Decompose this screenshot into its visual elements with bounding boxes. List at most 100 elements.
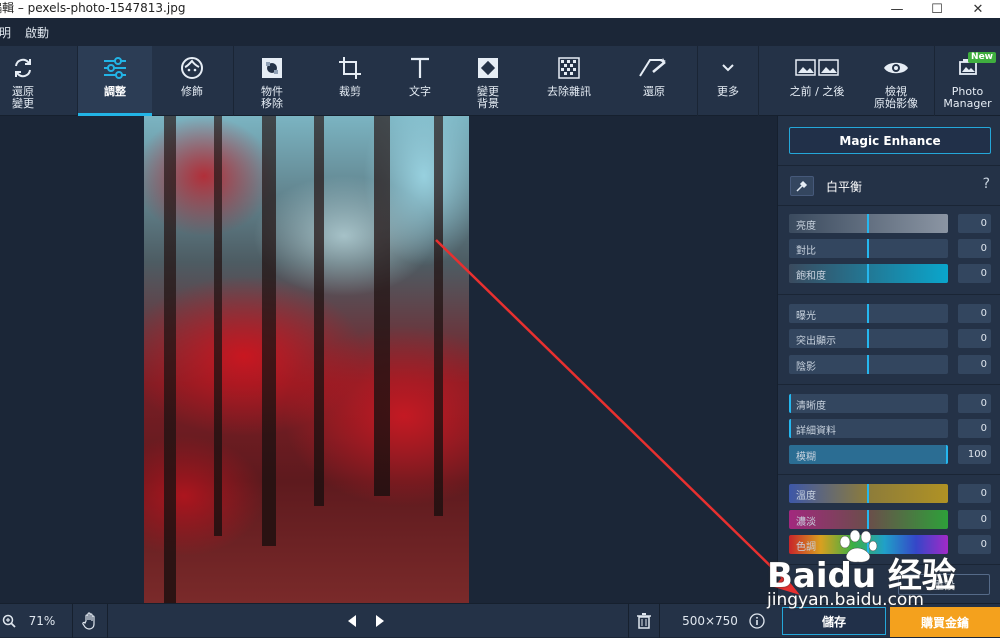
slider-tint[interactable]: 濃淡 bbox=[789, 510, 948, 529]
crop-icon bbox=[338, 50, 362, 86]
help-icon[interactable]: ? bbox=[983, 176, 990, 192]
tree-trunk bbox=[434, 116, 443, 516]
slider-handle[interactable] bbox=[867, 329, 869, 348]
trash-icon[interactable] bbox=[629, 604, 659, 638]
tree-trunk bbox=[314, 116, 324, 506]
before-after-icon bbox=[795, 50, 839, 86]
tool-label: 裁剪 bbox=[339, 85, 361, 98]
slider-details[interactable]: 詳細資料 bbox=[789, 419, 948, 438]
slider-handle[interactable] bbox=[789, 394, 791, 413]
white-balance-row: 白平衡 ? bbox=[788, 174, 1000, 198]
tool-object-removal[interactable]: 物件 移除 bbox=[234, 46, 310, 116]
tool-denoise[interactable]: 去除雜訊 bbox=[526, 46, 612, 116]
slider-handle[interactable] bbox=[867, 304, 869, 323]
tool-revert-changes[interactable]: 還原 變更 bbox=[0, 46, 46, 116]
minimize-button[interactable]: — bbox=[877, 0, 917, 18]
tree-trunk bbox=[164, 116, 176, 603]
baidu-watermark: Baidu 经验 jingyan.baidu.com bbox=[765, 530, 1000, 620]
maximize-button[interactable]: ☐ bbox=[917, 0, 957, 18]
tool-adjust[interactable]: 調整 bbox=[78, 46, 152, 116]
menu-activate[interactable]: 啟動 bbox=[25, 24, 49, 41]
tool-label: 文字 bbox=[409, 85, 431, 98]
close-button[interactable]: ✕ bbox=[958, 0, 998, 18]
slider-contrast[interactable]: 對比 bbox=[789, 239, 948, 258]
slider-exposure[interactable]: 曝光 bbox=[789, 304, 948, 323]
tree-trunk bbox=[214, 116, 222, 536]
menu-help[interactable]: 說明 bbox=[0, 24, 11, 41]
photo-canvas[interactable] bbox=[144, 116, 469, 603]
face-icon bbox=[179, 50, 205, 86]
zoom-level[interactable]: 71% bbox=[22, 604, 62, 638]
previous-arrow-icon[interactable] bbox=[340, 604, 364, 638]
slider-clarity[interactable]: 清晰度 bbox=[789, 394, 948, 413]
slider-value[interactable]: 100 bbox=[958, 445, 991, 464]
tool-more[interactable]: 更多 bbox=[698, 46, 758, 116]
slider-saturation[interactable]: 飽和度 bbox=[789, 264, 948, 283]
slider-handle[interactable] bbox=[867, 264, 869, 283]
chevron-down-icon bbox=[721, 50, 735, 86]
tool-label: 還原 變更 bbox=[12, 85, 34, 110]
slider-handle[interactable] bbox=[867, 355, 869, 374]
slider-handle[interactable] bbox=[867, 214, 869, 233]
tool-label: 修飾 bbox=[181, 85, 203, 98]
slider-shadows[interactable]: 陰影 bbox=[789, 355, 948, 374]
slider-value[interactable]: 0 bbox=[958, 264, 991, 283]
slider-label: 陰影 bbox=[796, 362, 816, 373]
slider-handle[interactable] bbox=[867, 239, 869, 258]
refresh-icon bbox=[11, 50, 35, 86]
slider-value[interactable]: 0 bbox=[958, 214, 991, 233]
slider-brightness[interactable]: 亮度 bbox=[789, 214, 948, 233]
slider-value[interactable]: 0 bbox=[958, 419, 991, 438]
tool-label: 調整 bbox=[104, 85, 126, 98]
tool-label: 變更 背景 bbox=[477, 85, 499, 110]
slider-highlights[interactable]: 突出顯示 bbox=[789, 329, 948, 348]
slider-value[interactable]: 0 bbox=[958, 304, 991, 323]
next-arrow-icon[interactable] bbox=[368, 604, 392, 638]
slider-handle[interactable] bbox=[789, 419, 791, 438]
restore-wand-icon bbox=[637, 50, 671, 86]
magic-enhance-button[interactable]: Magic Enhance bbox=[789, 127, 991, 154]
slider-handle[interactable] bbox=[867, 484, 869, 503]
watermark-url: jingyan.baidu.com bbox=[767, 590, 924, 610]
slider-handle[interactable] bbox=[867, 510, 869, 529]
tool-label: 更多 bbox=[717, 85, 739, 98]
slider-value[interactable]: 0 bbox=[958, 484, 991, 503]
slider-blur[interactable]: 模糊 bbox=[789, 445, 948, 464]
tool-restore[interactable]: 還原 bbox=[612, 46, 696, 116]
text-icon bbox=[408, 50, 432, 86]
eyedropper-icon[interactable] bbox=[790, 176, 814, 196]
tool-change-background[interactable]: 變更 背景 bbox=[450, 46, 526, 116]
slider-value[interactable]: 0 bbox=[958, 355, 991, 374]
slider-label: 清晰度 bbox=[796, 401, 826, 412]
hand-tool-icon[interactable] bbox=[73, 604, 107, 638]
eye-icon bbox=[883, 50, 909, 86]
tool-label: 還原 bbox=[643, 85, 665, 98]
tool-crop[interactable]: 裁剪 bbox=[310, 46, 390, 116]
tool-retouch[interactable]: 修飾 bbox=[152, 46, 232, 116]
tool-label: Photo Manager bbox=[943, 85, 992, 110]
tool-photo-manager[interactable]: Photo Manager New bbox=[935, 46, 1000, 116]
slider-label: 曝光 bbox=[796, 311, 816, 322]
slider-label: 突出顯示 bbox=[796, 336, 836, 347]
menu-bar: 說明 啟動 bbox=[0, 18, 1000, 46]
toolbar: 還原 變更 調整 修飾 物件 移除 裁剪 文字 變更 背景 去除雜訊 還原 更多… bbox=[0, 46, 1000, 116]
tool-text[interactable]: 文字 bbox=[382, 46, 458, 116]
slider-handle[interactable] bbox=[946, 445, 948, 464]
tool-before-after[interactable]: 之前 / 之後 bbox=[776, 46, 858, 116]
slider-value[interactable]: 0 bbox=[958, 329, 991, 348]
slider-label: 詳細資料 bbox=[796, 426, 836, 437]
tool-view-original[interactable]: 檢視 原始影像 bbox=[862, 46, 930, 116]
slider-label: 溫度 bbox=[796, 491, 816, 502]
slider-temperature[interactable]: 溫度 bbox=[789, 484, 948, 503]
title-bar: 編輯 – pexels-photo-1547813.jpg — ☐ ✕ bbox=[0, 0, 1000, 18]
slider-label: 亮度 bbox=[796, 221, 816, 232]
zoom-icon[interactable] bbox=[0, 604, 18, 638]
background-icon bbox=[476, 50, 500, 86]
slider-label: 模糊 bbox=[796, 452, 816, 463]
slider-value[interactable]: 0 bbox=[958, 394, 991, 413]
slider-value[interactable]: 0 bbox=[958, 239, 991, 258]
window-title: 編輯 – pexels-photo-1547813.jpg bbox=[0, 1, 186, 15]
slider-label: 飽和度 bbox=[796, 271, 826, 282]
object-remove-icon bbox=[260, 50, 284, 86]
slider-value[interactable]: 0 bbox=[958, 510, 991, 529]
